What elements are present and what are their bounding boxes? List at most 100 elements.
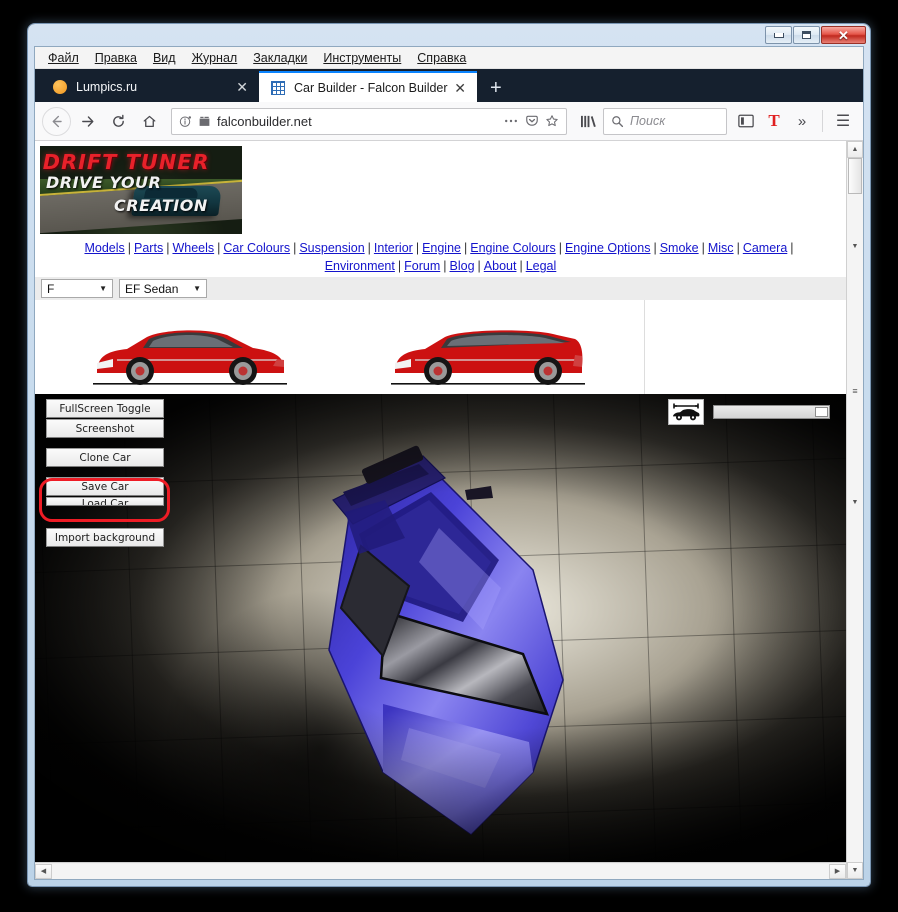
- menu-item-tools[interactable]: Инструменты: [316, 49, 408, 67]
- page-vertical-scrollbar[interactable]: ▲ ▼ ≡ ▼ ▼: [846, 141, 863, 879]
- back-arrow-icon[interactable]: [42, 107, 71, 136]
- url-bar[interactable]: falconbuilder.net: [171, 108, 567, 135]
- vertical-scroll-thumb[interactable]: [848, 158, 862, 194]
- nav-link-car-colours[interactable]: Car Colours: [223, 241, 290, 255]
- sidebar-icon[interactable]: [733, 108, 759, 135]
- nav-sep: |: [787, 241, 796, 255]
- library-icon[interactable]: [575, 108, 601, 135]
- menu-item-view[interactable]: Вид: [146, 49, 183, 67]
- nav-link-legal[interactable]: Legal: [526, 259, 557, 273]
- nav-link-suspension[interactable]: Suspension: [299, 241, 364, 255]
- load-car-button[interactable]: Load Car: [46, 497, 164, 506]
- reader-page-icon[interactable]: [198, 115, 211, 128]
- nav-link-environment[interactable]: Environment: [325, 259, 395, 273]
- menu-item-history-label: Журнал: [192, 51, 238, 65]
- scroll-up-button[interactable]: ▲: [847, 141, 863, 158]
- menu-bar: Файл Правка Вид Журнал Закладки Инструме…: [35, 47, 863, 69]
- car-3d-viewport[interactable]: FullScreen Toggle Screenshot Clone Car S…: [35, 394, 846, 862]
- overflow-icon[interactable]: »: [789, 108, 815, 135]
- horizontal-scrollbar[interactable]: ◀ ▶: [35, 862, 846, 879]
- grid-page-icon: [270, 80, 285, 95]
- forward-arrow-icon[interactable]: [73, 107, 102, 136]
- scroll-down-button[interactable]: ▼: [847, 862, 863, 879]
- nav-sep: |: [556, 241, 565, 255]
- save-car-button[interactable]: Save Car: [46, 477, 164, 496]
- menu-item-bookmarks[interactable]: Закладки: [246, 49, 314, 67]
- nav-link-engine-colours[interactable]: Engine Colours: [470, 241, 555, 255]
- import-background-button[interactable]: Import background: [46, 528, 164, 547]
- chevron-down-icon: ▼: [99, 284, 109, 293]
- window-titlebar: ✕: [28, 24, 870, 46]
- nav-link-engine-options[interactable]: Engine Options: [565, 241, 650, 255]
- horizontal-scroll-track[interactable]: [52, 864, 829, 879]
- tab-lumpics[interactable]: Lumpics.ru ✕: [41, 71, 259, 102]
- tab-strip: Lumpics.ru ✕ Car Builder - Falcon Builde…: [35, 69, 863, 102]
- viewer-button-panel: FullScreen Toggle Screenshot Clone Car S…: [46, 399, 166, 548]
- nav-link-interior[interactable]: Interior: [374, 241, 413, 255]
- vertical-scroll-track[interactable]: ▼ ≡ ▼: [847, 158, 863, 862]
- menu-item-history[interactable]: Журнал: [185, 49, 245, 67]
- tab-car-builder[interactable]: Car Builder - Falcon Builder ✕: [259, 71, 477, 102]
- viewport-scroll-grip[interactable]: ≡: [846, 382, 863, 399]
- nav-link-wheels[interactable]: Wheels: [172, 241, 214, 255]
- url-text: falconbuilder.net: [217, 114, 497, 129]
- manufacturer-select[interactable]: F ▼: [41, 279, 113, 298]
- screenshot-button[interactable]: Screenshot: [46, 419, 164, 438]
- fullscreen-toggle-button[interactable]: FullScreen Toggle: [46, 399, 164, 418]
- orange-circle-icon: [52, 79, 67, 94]
- nav-link-forum[interactable]: Forum: [404, 259, 440, 273]
- navigation-toolbar: falconbuilder.net Поиск: [35, 102, 863, 141]
- page-actions-icon[interactable]: [503, 114, 519, 128]
- tab-car-builder-label: Car Builder - Falcon Builder: [294, 81, 451, 95]
- car-length-slider-knob[interactable]: [815, 407, 828, 417]
- nav-link-about[interactable]: About: [484, 259, 517, 273]
- maximize-button[interactable]: [793, 26, 820, 44]
- car-3d-model: [233, 442, 653, 862]
- menu-item-edit-label: Правка: [95, 51, 137, 65]
- nav-link-misc[interactable]: Misc: [708, 241, 734, 255]
- nav-link-models[interactable]: Models: [84, 241, 124, 255]
- nav-link-camera[interactable]: Camera: [743, 241, 787, 255]
- scroll-down-inner-icon[interactable]: ▼: [846, 238, 863, 255]
- sedan-preview[interactable]: [87, 315, 293, 387]
- nav-link-engine[interactable]: Engine: [422, 241, 461, 255]
- nav-link-smoke[interactable]: Smoke: [660, 241, 699, 255]
- nav-row-1: Models|Parts|Wheels|Car Colours|Suspensi…: [84, 241, 796, 255]
- nav-link-blog[interactable]: Blog: [450, 259, 475, 273]
- scroll-left-button[interactable]: ◀: [35, 864, 52, 879]
- car-length-icon[interactable]: [668, 399, 704, 425]
- model-select-value: EF Sedan: [125, 282, 178, 296]
- nav-sep: |: [461, 241, 470, 255]
- page-content: DRIFT TUNER DRIVE YOUR CREATION Models|P…: [35, 141, 863, 879]
- nav-sep: |: [650, 241, 659, 255]
- tab-close-icon[interactable]: ✕: [233, 80, 251, 94]
- menu-item-edit[interactable]: Правка: [88, 49, 144, 67]
- model-select[interactable]: EF Sedan ▼: [119, 279, 207, 298]
- wagon-preview[interactable]: [385, 315, 591, 387]
- scroll-right-button[interactable]: ▶: [829, 864, 846, 879]
- pocket-icon[interactable]: [525, 114, 539, 128]
- close-button[interactable]: ✕: [821, 26, 866, 44]
- new-tab-button[interactable]: +: [477, 78, 515, 102]
- nav-row-2: Environment|Forum|Blog|About|Legal: [325, 259, 557, 273]
- info-icon[interactable]: [179, 115, 192, 128]
- viewport-scroll-down-icon[interactable]: ▼: [846, 494, 863, 511]
- nav-sep: |: [290, 241, 299, 255]
- text-tool-icon[interactable]: T: [761, 108, 787, 135]
- clone-car-button[interactable]: Clone Car: [46, 448, 164, 467]
- car-length-slider[interactable]: [713, 405, 830, 419]
- nav-link-parts[interactable]: Parts: [134, 241, 163, 255]
- minimize-button[interactable]: [765, 26, 792, 44]
- reload-icon[interactable]: [104, 107, 133, 136]
- menu-item-view-label: Вид: [153, 51, 176, 65]
- menu-icon[interactable]: ☰: [830, 108, 856, 135]
- menu-item-file[interactable]: Файл: [41, 49, 86, 67]
- menu-item-help[interactable]: Справка: [410, 49, 473, 67]
- home-icon[interactable]: [135, 107, 164, 136]
- minimize-icon: [774, 33, 784, 38]
- close-icon: ✕: [838, 29, 849, 42]
- tab-close-icon[interactable]: ✕: [451, 81, 469, 95]
- search-input[interactable]: Поиск: [603, 108, 727, 135]
- nav-sep: |: [395, 259, 404, 273]
- star-icon[interactable]: [545, 114, 559, 128]
